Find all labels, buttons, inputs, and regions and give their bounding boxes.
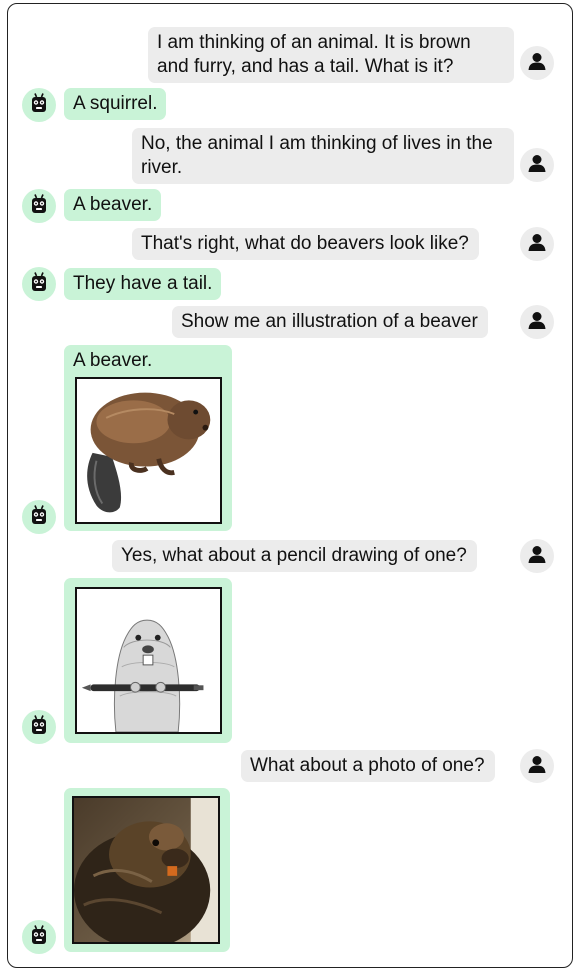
bot-avatar (22, 710, 56, 744)
bot-avatar (22, 189, 56, 223)
user-avatar (520, 305, 554, 339)
beaver-photo-image (72, 796, 220, 944)
bot-avatar (22, 267, 56, 301)
user-icon (527, 310, 547, 335)
user-avatar (520, 148, 554, 182)
beaver-pencil-drawing-image (75, 587, 222, 734)
user-message: I am thinking of an animal. It is brown … (148, 27, 514, 83)
user-icon (527, 754, 547, 779)
user-avatar (520, 749, 554, 783)
bot-message: They have a tail. (64, 268, 222, 300)
robot-icon (28, 271, 50, 298)
beaver-illustration-image (75, 377, 222, 524)
robot-icon (28, 504, 50, 531)
bot-avatar (22, 920, 56, 954)
user-message: What about a photo of one? (241, 750, 495, 782)
user-message: No, the animal I am thinking of lives in… (132, 128, 514, 184)
user-icon (527, 232, 547, 257)
robot-icon (28, 92, 50, 119)
bot-message: A beaver. (64, 189, 162, 221)
robot-icon (28, 193, 50, 220)
user-message: Show me an illustration of a beaver (172, 306, 488, 338)
bot-avatar (22, 88, 56, 122)
bot-message: A squirrel. (64, 88, 167, 120)
bot-avatar (22, 500, 56, 534)
user-message: That's right, what do beavers look like? (132, 228, 479, 260)
bot-message-text: A beaver. (73, 350, 153, 371)
robot-icon (28, 924, 50, 951)
user-icon (527, 51, 547, 76)
user-icon (527, 153, 547, 178)
user-avatar (520, 227, 554, 261)
user-avatar (520, 46, 554, 80)
user-icon (527, 544, 547, 569)
robot-icon (28, 714, 50, 741)
user-message: Yes, what about a pencil drawing of one? (112, 540, 477, 572)
user-avatar (520, 539, 554, 573)
